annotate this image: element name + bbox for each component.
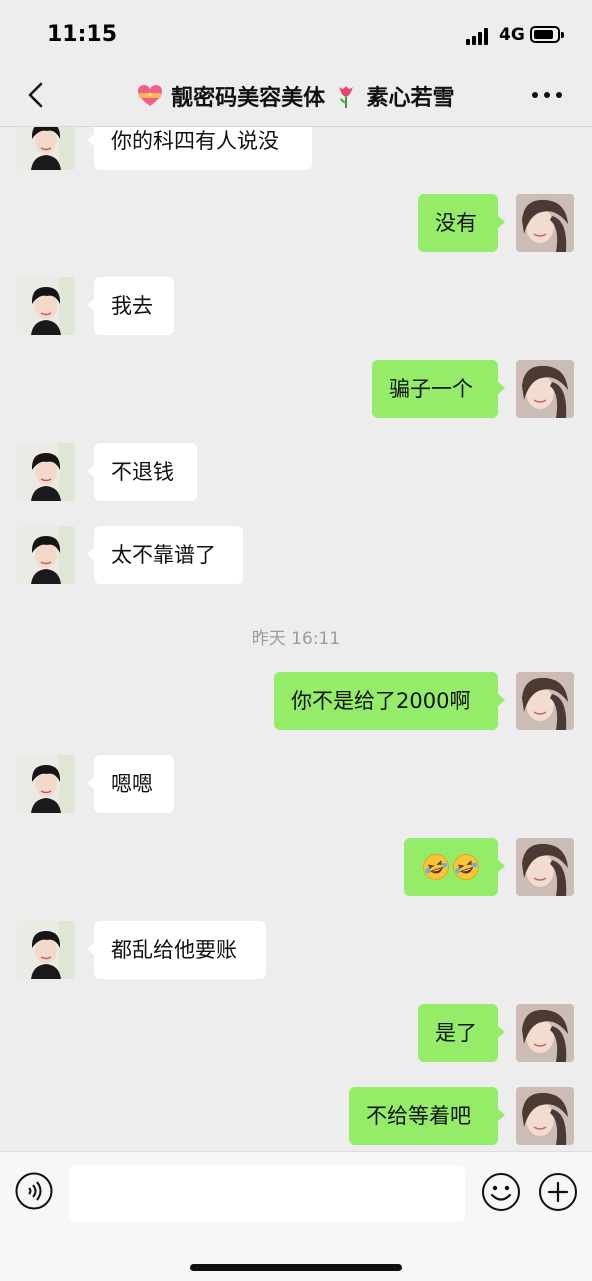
message-list[interactable]: 昨天 16:11 你的科四有人说没没有我去骗子一个不退钱太不靠谱了你不是给了20… xyxy=(0,127,592,1151)
message-text: 我去 xyxy=(111,294,153,318)
message-bubble[interactable]: 不给等着吧 xyxy=(349,1087,505,1145)
message-text: 不退钱 xyxy=(111,460,174,484)
message-input[interactable] xyxy=(69,1166,465,1222)
more-button[interactable] xyxy=(532,92,562,100)
incoming-message: 不退钱 xyxy=(0,443,592,501)
home-indicator xyxy=(190,1264,402,1271)
chat-title: 靓密码美容美体 素心若雪 xyxy=(90,80,502,112)
message-bubble[interactable] xyxy=(404,838,505,896)
message-bubble[interactable]: 我去 xyxy=(87,277,174,335)
chat-header: 靓密码美容美体 素心若雪 xyxy=(0,66,592,127)
status-bar: 11:15 4G xyxy=(0,0,592,66)
message-bubble[interactable]: 不退钱 xyxy=(87,443,197,501)
incoming-message: 都乱给他要账 xyxy=(0,921,592,979)
avatar[interactable] xyxy=(516,1004,574,1062)
message-text: 太不靠谱了 xyxy=(111,543,216,567)
incoming-message: 我去 xyxy=(0,277,592,335)
message-bubble[interactable]: 你不是给了2000啊 xyxy=(274,672,505,730)
rolling-laughing-emoji xyxy=(421,854,451,880)
plus-button[interactable] xyxy=(538,1172,578,1212)
message-text: 是了 xyxy=(435,1021,477,1045)
incoming-message: 你的科四有人说没 xyxy=(0,127,592,170)
message-text: 都乱给他要账 xyxy=(111,938,237,962)
avatar[interactable] xyxy=(516,360,574,418)
incoming-message: 嗯嗯 xyxy=(0,755,592,813)
outgoing-message: 是了 xyxy=(0,1004,592,1062)
back-button[interactable] xyxy=(22,80,52,110)
message-bubble[interactable]: 是了 xyxy=(418,1004,505,1062)
chat-title-text: 靓密码美容美体 xyxy=(171,86,326,111)
message-text: 你的科四有人说没 xyxy=(111,129,279,153)
more-dots-icon xyxy=(532,92,538,98)
message-bubble[interactable]: 都乱给他要账 xyxy=(87,921,266,979)
plus-icon xyxy=(539,1173,577,1211)
outgoing-message: 你不是给了2000啊 xyxy=(0,672,592,730)
emoji-button[interactable] xyxy=(481,1172,521,1212)
message-bubble[interactable]: 嗯嗯 xyxy=(87,755,174,813)
outgoing-message: 不给等着吧 xyxy=(0,1087,592,1145)
message-text: 骗子一个 xyxy=(389,377,473,401)
voice-button[interactable] xyxy=(15,1172,53,1210)
voice-icon xyxy=(15,1172,53,1210)
message-bubble[interactable]: 没有 xyxy=(418,194,505,252)
chat-title-suffix: 素心若雪 xyxy=(366,86,455,111)
input-bar xyxy=(0,1151,592,1281)
incoming-message: 太不靠谱了 xyxy=(0,526,592,584)
avatar[interactable] xyxy=(516,1087,574,1145)
timestamp: 昨天 16:11 xyxy=(251,629,341,649)
signal-icon xyxy=(466,27,494,45)
avatar[interactable] xyxy=(516,838,574,896)
message-text: 不给等着吧 xyxy=(366,1104,471,1128)
avatar[interactable] xyxy=(17,526,75,584)
avatar[interactable] xyxy=(516,672,574,730)
message-text: 没有 xyxy=(435,211,477,235)
avatar[interactable] xyxy=(17,277,75,335)
outgoing-message: 没有 xyxy=(0,194,592,252)
heart-icon xyxy=(138,85,163,106)
outgoing-message: 骗子一个 xyxy=(0,360,592,418)
message-bubble[interactable]: 你的科四有人说没 xyxy=(87,127,312,170)
network-type: 4G xyxy=(499,25,525,45)
avatar[interactable] xyxy=(17,921,75,979)
message-bubble[interactable]: 太不靠谱了 xyxy=(87,526,243,584)
avatar[interactable] xyxy=(17,755,75,813)
avatar[interactable] xyxy=(17,443,75,501)
message-bubble[interactable]: 骗子一个 xyxy=(372,360,505,418)
outgoing-message xyxy=(0,838,592,896)
status-time: 11:15 xyxy=(47,22,118,47)
chevron-left-icon xyxy=(28,82,43,108)
tulip-icon xyxy=(338,86,353,108)
avatar[interactable] xyxy=(516,194,574,252)
rolling-laughing-emoji xyxy=(451,854,481,880)
emoji-icon xyxy=(482,1173,520,1211)
battery-icon xyxy=(530,26,564,43)
avatar[interactable] xyxy=(17,127,75,170)
message-text: 嗯嗯 xyxy=(111,772,153,796)
message-text: 你不是给了2000啊 xyxy=(291,689,471,713)
